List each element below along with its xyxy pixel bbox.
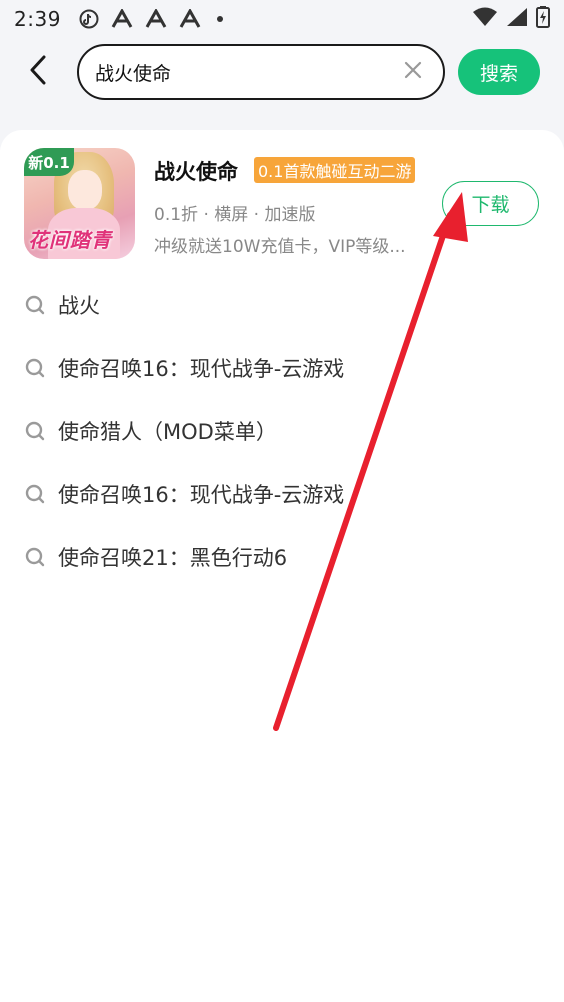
suggestion-item[interactable]: 使命召唤16：现代战争-云游戏 [0,462,564,525]
search-icon [24,420,46,442]
clear-button[interactable] [399,58,427,86]
suggestion-label: 使命召唤16：现代战争-云游戏 [58,482,345,507]
system-icons [472,6,550,32]
game-result-card[interactable]: 新0.1 花间踏青 战火使命 0.1首款触碰互动二游 0.1折 · 横屏 · 加… [24,148,544,259]
search-icon [24,357,46,379]
chevron-left-icon [28,55,48,89]
suggestion-label: 战火 [58,293,100,318]
icon-badge: 新0.1 [24,148,74,176]
suggestion-label: 使命召唤16：现代战争-云游戏 [58,356,345,381]
search-input[interactable] [95,61,399,83]
results-panel: 新0.1 花间踏青 战火使命 0.1首款触碰互动二游 0.1折 · 横屏 · 加… [0,130,564,1002]
game-description: 冲级就送10W充值卡，VIP等级... [154,237,406,257]
suggestion-label: 使命召唤21：黑色行动6 [58,545,288,570]
suggestion-item[interactable]: 使命召唤16：现代战争-云游戏 [0,336,564,399]
status-time: 2:39 [14,7,61,31]
close-icon [404,61,422,83]
game-tag: 0.1首款触碰互动二游 [254,157,416,183]
search-icon [24,546,46,568]
back-button[interactable] [18,52,58,92]
download-button[interactable]: 下载 [442,181,539,226]
suggestion-item[interactable]: 使命猎人（MOD菜单） [0,399,564,462]
search-button[interactable]: 搜索 [458,49,540,95]
search-box[interactable] [77,44,445,100]
icon-caption: 花间踏青 [28,228,112,252]
notification-icons [79,9,223,29]
suggestion-item[interactable]: 使命召唤21：黑色行动6 [0,525,564,588]
suggestion-list: 战火 使命召唤16：现代战争-云游戏 使命猎人（MOD菜单） 使命召唤16：现代… [0,273,564,588]
game-meta: 0.1折 · 横屏 · 加速版 [154,205,316,225]
battery-icon [536,6,550,32]
game-title: 战火使命 [154,160,238,184]
suggestion-label: 使命猎人（MOD菜单） [58,419,277,444]
icon-art-face [68,170,102,210]
tiktok-icon [79,9,99,29]
app-a-icon [145,9,167,29]
more-notifications-dot [216,16,223,22]
signal-icon [506,7,528,31]
app-a-icon [111,9,133,29]
app-a-icon [179,9,201,29]
search-row: 搜索 [0,42,564,102]
search-icon [24,294,46,316]
wifi-icon [472,7,498,31]
search-icon [24,483,46,505]
game-icon[interactable]: 新0.1 花间踏青 [24,148,135,259]
status-bar: 2:39 [0,0,564,38]
suggestion-item[interactable]: 战火 [0,273,564,336]
